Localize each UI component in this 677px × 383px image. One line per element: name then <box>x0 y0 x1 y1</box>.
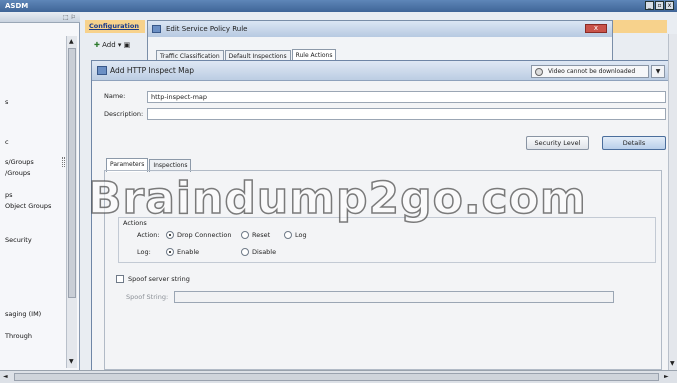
dialog-icon <box>152 25 161 33</box>
name-label: Name: <box>104 92 126 100</box>
nav-item[interactable]: s/Groups <box>5 158 34 166</box>
watermark: Braindump2go.com <box>87 172 587 225</box>
video-notice-text: Video cannot be downloaded <box>548 68 636 75</box>
nav-item[interactable]: s <box>5 98 8 106</box>
add-button[interactable]: Add <box>102 41 116 49</box>
nav-pane-header: ⬚ ⚐ <box>0 12 80 23</box>
nav-item[interactable]: Object Groups <box>5 202 51 210</box>
scroll-down-icon[interactable]: ▼ <box>69 358 74 365</box>
dialog-icon <box>97 66 107 75</box>
navigation-pane: ⬚ ⚐ s c s/Groups /Groups ps Object Group… <box>0 12 80 370</box>
nav-scrollbar-thumb[interactable] <box>68 48 76 298</box>
service-policy-title-bar: Edit Service Policy Rule x <box>148 21 612 37</box>
close-button[interactable]: x <box>585 24 607 33</box>
nav-scrollbar[interactable]: ▲ ▼ <box>66 36 77 368</box>
spoof-string-field[interactable] <box>174 291 614 303</box>
log-disable-radio[interactable] <box>241 248 249 256</box>
scroll-right-icon[interactable]: ► <box>664 373 669 380</box>
log-enable-label: Enable <box>177 248 200 256</box>
spoof-server-label: Spoof server string <box>128 275 190 283</box>
security-level-button[interactable]: Security Level <box>526 136 589 150</box>
close-icon[interactable]: x <box>665 1 674 10</box>
log-label: Log: <box>137 248 151 256</box>
action-reset-label: Reset <box>252 231 271 239</box>
chevron-down-icon[interactable]: ▾ <box>118 41 122 49</box>
edit-icon[interactable]: ▣ <box>124 41 131 49</box>
app-title-bar: ASDM <box>0 0 677 12</box>
video-icon <box>535 68 543 76</box>
inspect-map-title-bar: Add HTTP Inspect Map Video cannot be dow… <box>92 61 671 81</box>
action-reset-radio[interactable] <box>241 231 249 239</box>
action-drop-connection-label: Drop Connection <box>177 231 232 239</box>
details-button[interactable]: Details <box>602 136 666 150</box>
video-notice[interactable]: Video cannot be downloaded <box>531 65 649 78</box>
scroll-up-icon[interactable]: ▲ <box>69 38 74 45</box>
configuration-header-strip <box>612 20 667 33</box>
add-icon[interactable]: ✚ <box>94 41 100 49</box>
nav-item[interactable]: c <box>5 138 9 146</box>
description-field[interactable] <box>147 108 666 120</box>
inspect-map-title: Add HTTP Inspect Map <box>110 66 195 75</box>
nav-pane-header-icons[interactable]: ⬚ ⚐ <box>63 14 76 21</box>
window-controls: _ ▫ x <box>645 1 674 10</box>
nav-item[interactable]: /Groups <box>5 169 30 177</box>
main-scrollbar[interactable]: ▼ <box>668 34 677 370</box>
scroll-down-icon[interactable]: ▼ <box>670 360 675 367</box>
spoof-string-label: Spoof String: <box>126 293 169 301</box>
action-log-radio[interactable] <box>284 231 292 239</box>
pane-splitter-grip[interactable] <box>62 157 65 167</box>
app-title: ASDM <box>5 2 29 10</box>
horizontal-scrollbar[interactable]: ◄ ► <box>0 370 677 383</box>
config-toolbar: ✚ Add ▾ ▣ <box>94 41 130 49</box>
horizontal-scrollbar-thumb[interactable] <box>14 373 659 381</box>
nav-item[interactable]: Security <box>5 236 32 244</box>
name-field[interactable]: http-inspect-map <box>147 91 666 103</box>
minimize-icon[interactable]: _ <box>645 1 654 10</box>
restore-icon[interactable]: ▫ <box>655 1 664 10</box>
chevron-down-icon[interactable]: ▼ <box>651 65 665 78</box>
scroll-left-icon[interactable]: ◄ <box>3 373 8 380</box>
nav-item[interactable]: saging (IM) <box>5 310 41 318</box>
spoof-server-checkbox[interactable] <box>116 275 124 283</box>
service-policy-title: Edit Service Policy Rule <box>166 25 248 33</box>
description-label: Description: <box>104 110 144 118</box>
action-label: Action: <box>137 231 160 239</box>
nav-item[interactable]: ps <box>5 191 13 199</box>
action-drop-connection-radio[interactable] <box>166 231 174 239</box>
nav-item[interactable]: Through <box>5 332 32 340</box>
log-disable-label: Disable <box>252 248 277 256</box>
configuration-header[interactable]: Configuration <box>85 20 145 33</box>
action-log-label: Log <box>295 231 307 239</box>
log-enable-radio[interactable] <box>166 248 174 256</box>
